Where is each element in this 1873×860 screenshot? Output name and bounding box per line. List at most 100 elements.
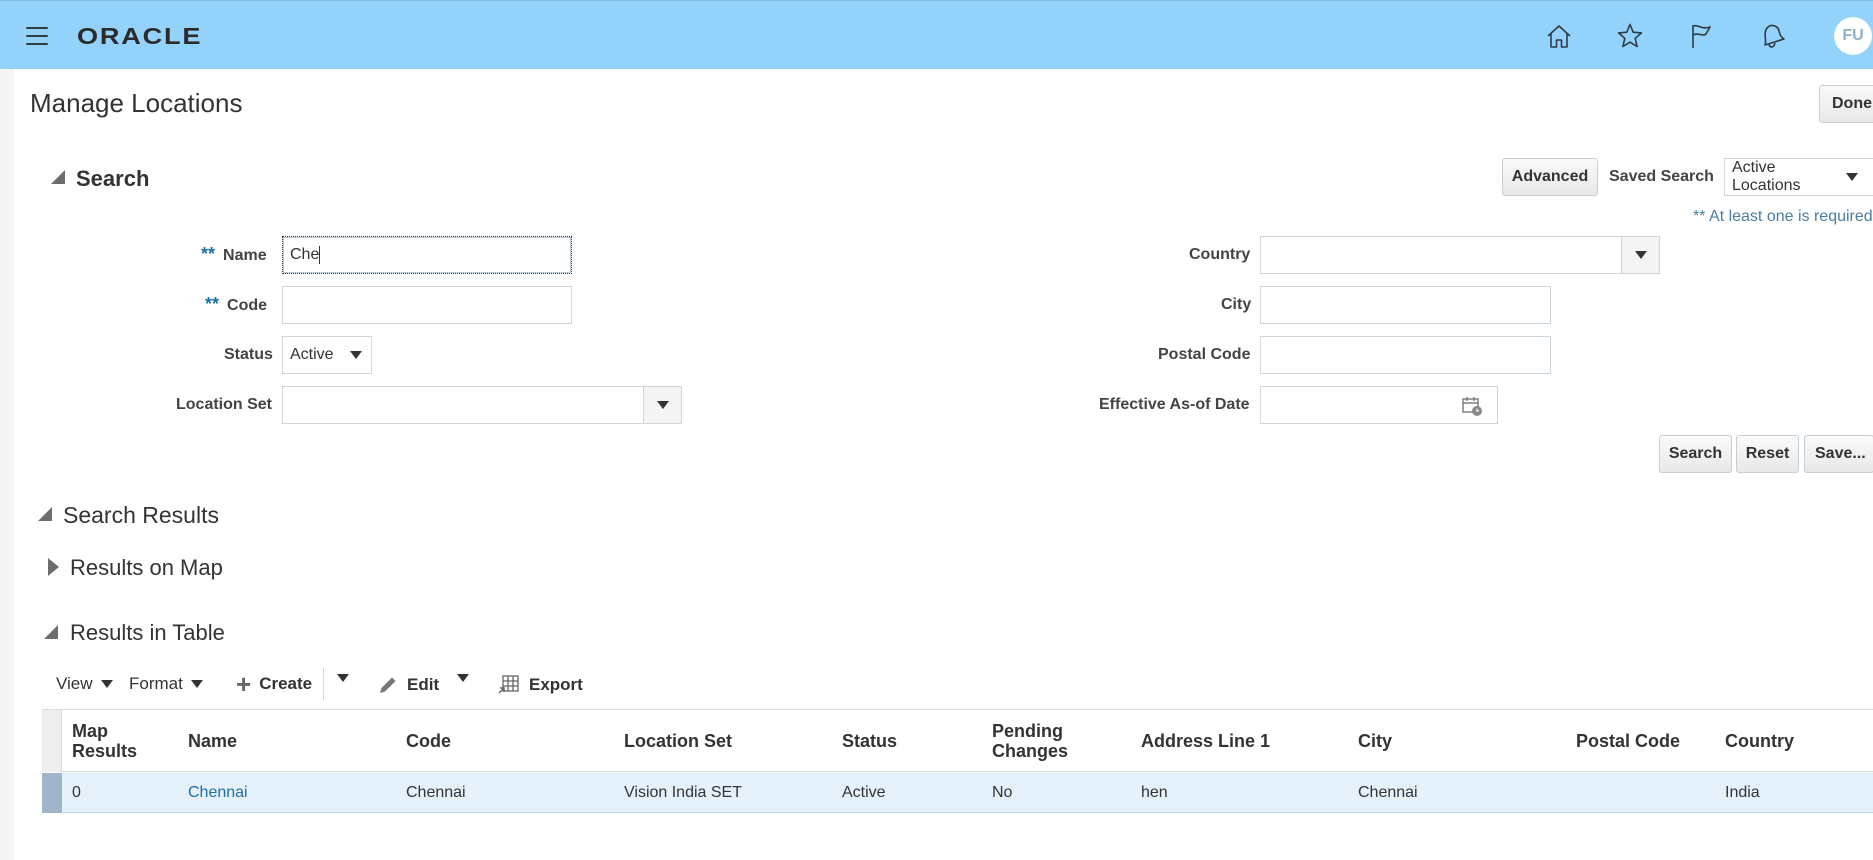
cell-name-link[interactable]: Chennai: [188, 773, 248, 813]
cell-pending-changes: No: [992, 784, 1013, 801]
navigator-menu-icon[interactable]: [26, 27, 48, 45]
chevron-down-icon: [656, 401, 669, 409]
search-section-title: Search: [76, 166, 150, 191]
code-input[interactable]: [282, 286, 572, 324]
collapse-results-icon[interactable]: [38, 507, 52, 521]
reset-button-label: Reset: [1745, 445, 1790, 462]
save-button-label: Save...: [1815, 445, 1866, 462]
save-search-button[interactable]: Save...: [1804, 435, 1873, 473]
column-header-address-line-1[interactable]: Address Line 1: [1141, 710, 1270, 772]
location-set-combobox[interactable]: [282, 386, 682, 424]
status-select-value: Active: [290, 346, 334, 363]
required-marker: **: [205, 294, 220, 314]
required-hint: ** At least one is required: [1693, 208, 1873, 225]
chevron-down-icon: [1846, 173, 1858, 181]
search-results-title: Search Results: [63, 502, 219, 528]
favorites-star-icon[interactable]: [1615, 21, 1645, 51]
global-header: ORACLE FU: [0, 0, 1873, 69]
status-label: Status: [224, 346, 273, 363]
location-set-dropdown-button[interactable]: [643, 387, 681, 423]
column-header-status[interactable]: Status: [842, 710, 897, 772]
format-menu[interactable]: Format: [129, 674, 203, 694]
chevron-down-icon: [350, 351, 362, 359]
effective-date-input[interactable]: [1260, 386, 1498, 424]
effective-date-label: Effective As-of Date: [1099, 396, 1250, 413]
results-on-map-title[interactable]: Results on Map: [70, 555, 223, 581]
cell-city: Chennai: [1358, 784, 1418, 801]
chevron-down-icon: [190, 680, 203, 688]
edit-label: Edit: [407, 675, 440, 694]
reset-button[interactable]: Reset: [1736, 435, 1799, 473]
cell-address-line-1: hen: [1141, 784, 1168, 801]
view-menu[interactable]: View: [56, 674, 113, 694]
watchlist-flag-icon[interactable]: [1686, 21, 1716, 51]
page-title: Manage Locations: [30, 88, 243, 118]
view-label: View: [56, 674, 93, 693]
create-label: Create: [259, 674, 313, 693]
cell-map-results: 0: [72, 784, 81, 801]
name-label-text: Name: [223, 247, 267, 264]
location-set-label: Location Set: [176, 396, 273, 413]
toolbar-separator: [323, 668, 324, 700]
country-dropdown-button[interactable]: [1621, 237, 1659, 273]
table-row[interactable]: 0 Chennai Chennai Vision India SET Activ…: [42, 773, 1873, 813]
done-button-label: Done: [1832, 95, 1872, 112]
home-icon[interactable]: [1544, 21, 1574, 51]
city-input[interactable]: [1260, 286, 1551, 324]
chevron-down-icon: [1634, 251, 1647, 259]
pencil-icon: [380, 677, 396, 693]
saved-search-select[interactable]: Active Locations: [1724, 158, 1873, 196]
city-label: City: [1221, 296, 1252, 313]
column-header-postal-code[interactable]: Postal Code: [1576, 710, 1680, 772]
saved-search-value: Active Locations: [1732, 159, 1801, 194]
text-cursor: [319, 246, 321, 264]
column-header-map-results[interactable]: Map Results: [72, 710, 172, 772]
column-header-location-set[interactable]: Location Set: [624, 710, 732, 772]
collapse-search-icon[interactable]: [51, 170, 65, 184]
plus-icon: +: [236, 669, 252, 699]
column-header-pending-changes[interactable]: Pending Changes: [992, 710, 1092, 772]
code-label-text: Code: [227, 297, 268, 314]
done-button[interactable]: Done: [1819, 85, 1873, 123]
table-header: Map Results Name Code Location Set Statu…: [42, 710, 1873, 772]
chevron-down-icon: [457, 674, 469, 682]
create-button[interactable]: + Create: [236, 669, 313, 699]
chevron-down-icon: [337, 674, 349, 682]
name-label: ** Name: [201, 244, 267, 265]
name-input-value: Che: [290, 246, 320, 263]
row-selector[interactable]: [42, 773, 62, 813]
column-header-code[interactable]: Code: [406, 710, 451, 772]
advanced-label: Advanced: [1511, 168, 1589, 185]
required-marker: **: [201, 244, 216, 264]
create-dropdown-button[interactable]: [337, 674, 349, 682]
expand-map-icon[interactable]: [48, 558, 59, 576]
user-avatar[interactable]: FU: [1834, 17, 1872, 55]
country-label: Country: [1189, 246, 1251, 263]
column-header-country[interactable]: Country: [1725, 710, 1794, 772]
export-button[interactable]: Export: [497, 674, 583, 696]
results-in-table-title: Results in Table: [70, 620, 225, 645]
postal-code-label: Postal Code: [1158, 346, 1251, 363]
results-table: Map Results Name Code Location Set Statu…: [42, 709, 1873, 814]
saved-search-label: Saved Search: [1609, 168, 1714, 185]
country-combobox[interactable]: [1260, 236, 1660, 274]
status-select[interactable]: Active: [282, 336, 372, 374]
search-button[interactable]: Search: [1659, 435, 1732, 473]
edit-dropdown-button[interactable]: [457, 674, 469, 682]
format-label: Format: [129, 674, 183, 693]
edit-button[interactable]: Edit: [377, 674, 439, 696]
collapse-table-icon[interactable]: [44, 625, 58, 639]
row-selector-header: [42, 710, 62, 772]
export-label: Export: [529, 675, 583, 694]
oracle-logo[interactable]: ORACLE: [77, 23, 202, 50]
name-input[interactable]: Che: [282, 236, 572, 274]
cell-country: India: [1725, 784, 1760, 801]
postal-code-input[interactable]: [1260, 336, 1551, 374]
advanced-search-button[interactable]: Advanced: [1502, 158, 1598, 196]
export-spreadsheet-icon: [498, 675, 519, 694]
column-header-city[interactable]: City: [1358, 710, 1392, 772]
notifications-bell-icon[interactable]: [1757, 21, 1787, 51]
code-label: ** Code: [205, 294, 267, 315]
column-header-name[interactable]: Name: [188, 710, 237, 772]
calendar-icon[interactable]: [1461, 395, 1483, 417]
